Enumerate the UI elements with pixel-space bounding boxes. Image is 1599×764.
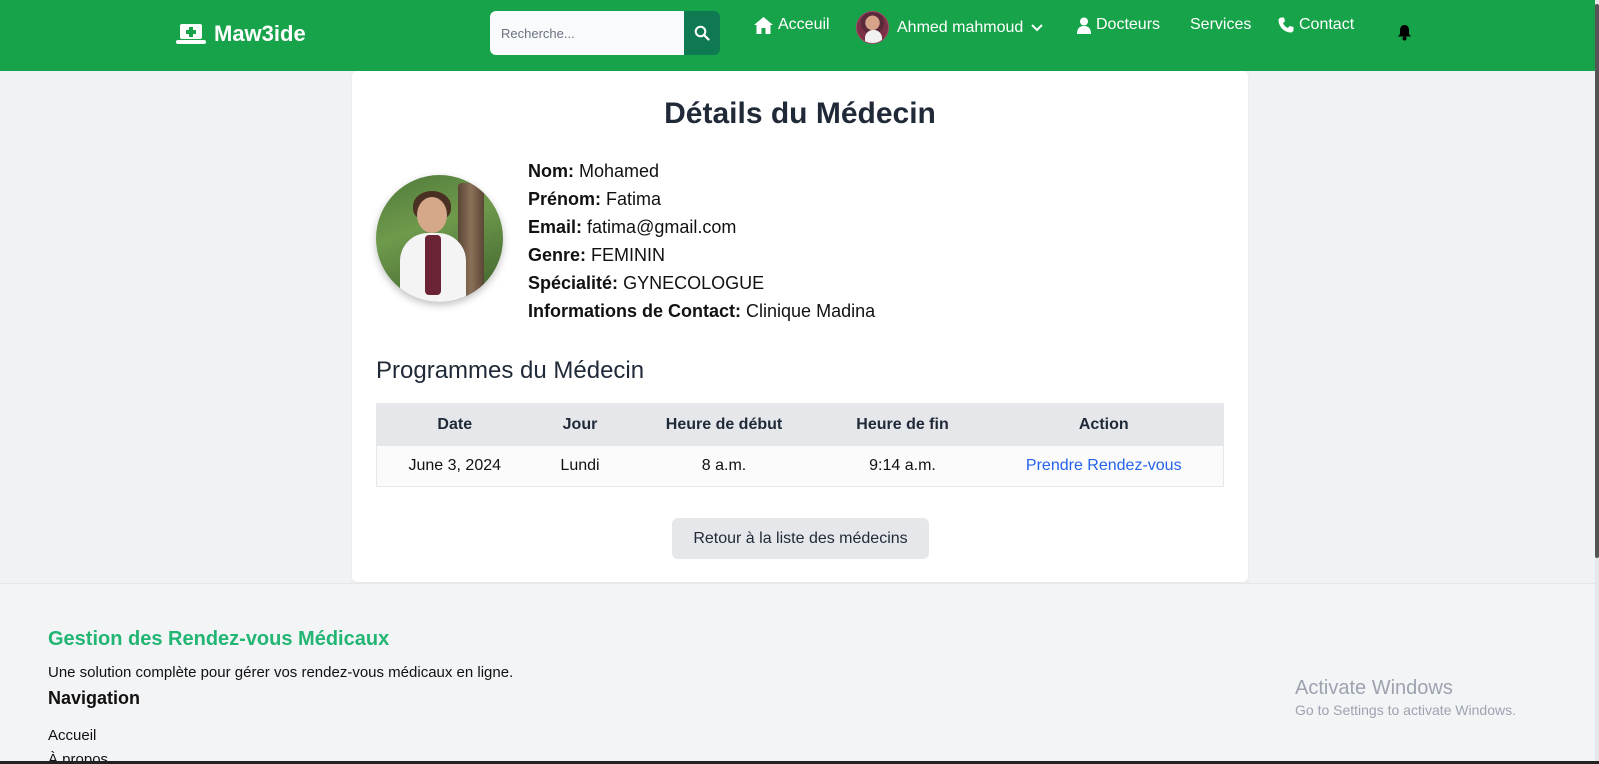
info-row-contact: Informations de Contact: Clinique Madina <box>528 297 875 325</box>
table-header-row: Date Jour Heure de début Heure de fin Ac… <box>376 403 1224 446</box>
info-value: Clinique Madina <box>746 301 876 321</box>
info-value: FEMININ <box>591 245 666 265</box>
search-icon <box>694 25 710 41</box>
user-name: Ahmed mahmoud <box>897 18 1024 36</box>
column-header-start: Heure de début <box>627 403 821 446</box>
info-value: fatima@gmail.com <box>587 217 737 237</box>
info-label: Spécialité: <box>528 273 619 293</box>
table-row: June 3, 2024 Lundi 8 a.m. 9:14 a.m. Pren… <box>376 445 1224 487</box>
nav-link-doctors-label: Docteurs <box>1096 16 1161 33</box>
home-icon <box>754 16 773 34</box>
info-label: Prénom: <box>528 189 602 209</box>
brand-logo[interactable]: Maw3ide <box>176 21 306 47</box>
nav-link-contact-label: Contact <box>1299 16 1355 33</box>
info-row-genre: Genre: FEMININ <box>528 241 875 269</box>
chevron-down-icon <box>1031 23 1044 31</box>
schedule-table: Date Jour Heure de début Heure de fin Ac… <box>376 403 1224 487</box>
windows-activation-watermark: Activate Windows Go to Settings to activ… <box>1295 677 1516 718</box>
watermark-title: Activate Windows <box>1295 677 1453 699</box>
search-form <box>490 11 720 55</box>
info-value: Fatima <box>606 189 662 209</box>
footer-description: Une solution complète pour gérer vos ren… <box>48 664 514 681</box>
info-row-specialite: Spécialité: GYNECOLOGUE <box>528 269 875 297</box>
cell-day: Lundi <box>532 445 628 487</box>
nav-link-home-label: Acceuil <box>778 16 830 33</box>
info-value: GYNECOLOGUE <box>623 273 765 293</box>
cell-action: Prendre Rendez-vous <box>984 445 1224 487</box>
doctor-info: Nom: Mohamed Prénom: Fatima Email: fatim… <box>528 157 875 325</box>
info-row-prenom: Prénom: Fatima <box>528 185 875 213</box>
cell-end: 9:14 a.m. <box>820 445 985 487</box>
nav-link-doctors[interactable]: Docteurs <box>1077 14 1160 36</box>
cell-start: 8 a.m. <box>627 445 821 487</box>
info-label: Genre: <box>528 245 587 265</box>
search-input[interactable] <box>490 11 684 55</box>
footer-title: Gestion des Rendez-vous Médicaux <box>48 628 390 650</box>
info-label: Email: <box>528 217 583 237</box>
phone-icon <box>1278 17 1294 33</box>
user-menu[interactable]: Ahmed mahmoud <box>856 11 1044 44</box>
column-header-end: Heure de fin <box>820 403 985 446</box>
column-header-day: Jour <box>532 403 628 446</box>
top-navbar: Maw3ide Acceuil Ahmed mahmoud Docteurs <box>0 0 1599 71</box>
info-row-nom: Nom: Mohamed <box>528 157 875 185</box>
back-to-doctors-button[interactable]: Retour à la liste des médecins <box>672 518 929 559</box>
laptop-medical-icon <box>176 24 206 44</box>
programs-title: Programmes du Médecin <box>376 357 645 384</box>
doctor-icon <box>1077 17 1091 34</box>
nav-link-services[interactable]: Services <box>1190 14 1251 36</box>
column-header-action: Action <box>984 403 1224 446</box>
scrollbar-thumb[interactable] <box>1595 4 1599 558</box>
column-header-date: Date <box>376 403 533 446</box>
footer-nav-title: Navigation <box>48 688 141 708</box>
nav-link-services-label: Services <box>1190 16 1252 33</box>
footer-link-home[interactable]: Accueil <box>48 724 108 748</box>
info-label: Nom: <box>528 161 574 181</box>
watermark-subtitle: Go to Settings to activate Windows. <box>1295 702 1516 718</box>
info-row-email: Email: fatima@gmail.com <box>528 213 875 241</box>
user-avatar <box>856 11 889 44</box>
page-title: Détails du Médecin <box>664 97 936 130</box>
bell-icon <box>1398 25 1411 41</box>
footer: Gestion des Rendez-vous Médicaux Une sol… <box>0 583 1599 764</box>
book-appointment-link[interactable]: Prendre Rendez-vous <box>1026 457 1182 474</box>
brand-name: Maw3ide <box>214 21 306 46</box>
notification-bell[interactable] <box>1397 24 1412 46</box>
search-button[interactable] <box>684 11 720 55</box>
cell-date: June 3, 2024 <box>376 445 533 487</box>
nav-link-home[interactable]: Acceuil <box>754 14 830 36</box>
doctor-details-card: Détails du Médecin Nom: Mohamed Prénom: … <box>352 71 1248 582</box>
info-value: Mohamed <box>579 161 660 181</box>
doctor-photo <box>376 175 503 302</box>
nav-link-contact[interactable]: Contact <box>1278 14 1354 36</box>
footer-nav-links: Accueil À propos <box>48 724 108 764</box>
info-label: Informations de Contact: <box>528 301 742 321</box>
